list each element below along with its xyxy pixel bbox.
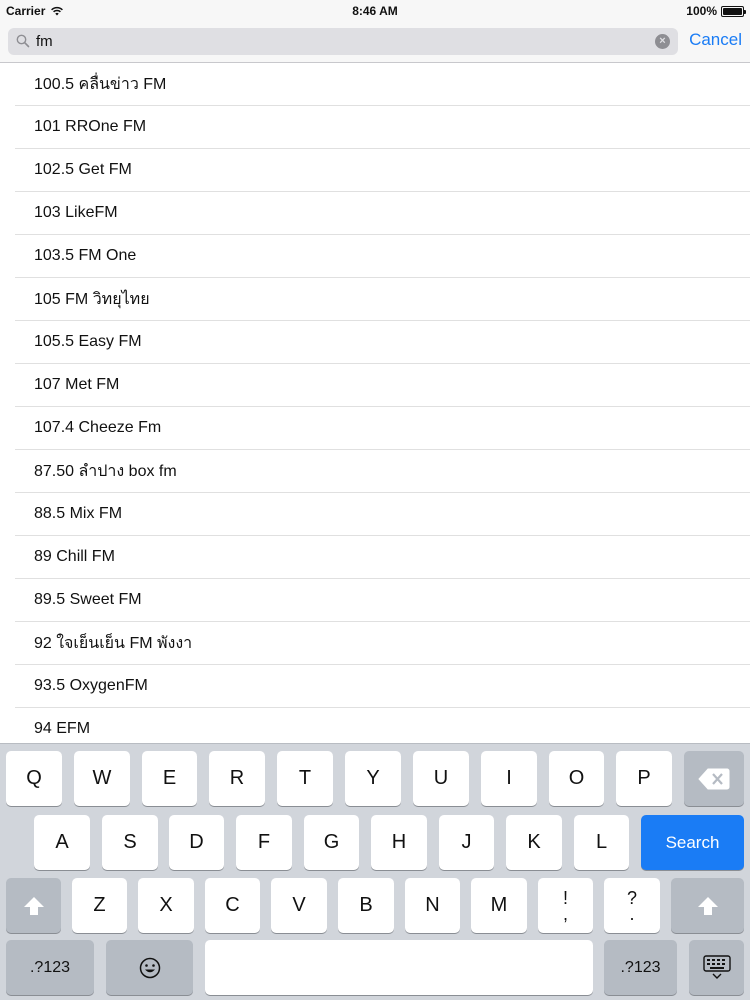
search-header: × Cancel xyxy=(0,22,750,63)
shift-key-right[interactable] xyxy=(671,878,744,933)
hide-keyboard-key[interactable] xyxy=(689,940,744,995)
key-question-period[interactable]: ? . xyxy=(604,878,660,933)
list-item[interactable]: 93.5 OxygenFM xyxy=(15,665,750,708)
list-item-label: 101 RROne FM xyxy=(34,118,147,135)
status-bar: Carrier 8:46 AM 100% xyxy=(0,0,750,22)
key-b[interactable]: B xyxy=(338,878,394,933)
list-item-label: 103 LikeFM xyxy=(34,204,118,221)
key-p[interactable]: P xyxy=(616,751,672,806)
list-item-label: 93.5 OxygenFM xyxy=(34,677,148,694)
list-item-label: 102.5 Get FM xyxy=(34,161,132,178)
list-item[interactable]: 89 Chill FM xyxy=(15,536,750,579)
key-o[interactable]: O xyxy=(549,751,604,806)
search-icon xyxy=(16,34,30,48)
list-item-label: 92 ใจเย็นเย็น FM พังงา xyxy=(34,634,193,652)
key-g[interactable]: G xyxy=(304,815,359,870)
list-item-label: 107.4 Cheeze Fm xyxy=(34,419,162,436)
key-d[interactable]: D xyxy=(169,815,224,870)
list-item-label: 88.5 Mix FM xyxy=(34,505,123,522)
key-e[interactable]: E xyxy=(142,751,197,806)
list-item-label: 89.5 Sweet FM xyxy=(34,591,142,608)
list-item[interactable]: 88.5 Mix FM xyxy=(15,493,750,536)
key-exclaim-comma-label: ! , xyxy=(562,889,568,924)
list-item-label: 89 Chill FM xyxy=(34,548,115,565)
battery-percent: 100% xyxy=(686,4,717,18)
key-c[interactable]: C xyxy=(205,878,260,933)
search-input[interactable] xyxy=(36,28,656,55)
key-a[interactable]: A xyxy=(34,815,90,870)
list-item[interactable]: 94 EFM xyxy=(15,708,750,743)
key-z[interactable]: Z xyxy=(72,878,127,933)
key-m[interactable]: M xyxy=(471,878,527,933)
delete-icon xyxy=(698,768,730,789)
list-item[interactable]: 101 RROne FM xyxy=(15,106,750,149)
cancel-button[interactable]: Cancel xyxy=(689,30,742,50)
emoji-icon xyxy=(139,957,160,978)
shift-icon xyxy=(697,896,718,915)
key-h[interactable]: H xyxy=(371,815,427,870)
list-item[interactable]: 103 LikeFM xyxy=(15,192,750,235)
list-item[interactable]: 107 Met FM xyxy=(15,364,750,407)
list-item-label: 100.5 คลื่นข่าว FM xyxy=(34,75,167,93)
key-y[interactable]: Y xyxy=(345,751,401,806)
space-key[interactable] xyxy=(205,940,593,995)
key-l[interactable]: L xyxy=(574,815,629,870)
key-period-glyph: . xyxy=(629,903,635,924)
key-question-period-label: ? . xyxy=(627,889,637,924)
list-item[interactable]: 89.5 Sweet FM xyxy=(15,579,750,622)
battery-indicator: 100% xyxy=(686,4,746,18)
key-v[interactable]: V xyxy=(271,878,327,933)
list-item[interactable]: 100.5 คลื่นข่าว FM xyxy=(15,63,750,106)
key-t[interactable]: T xyxy=(277,751,333,806)
numbers-key-left[interactable]: .?123 xyxy=(6,940,94,995)
key-k[interactable]: K xyxy=(506,815,562,870)
on-screen-keyboard: Q W E R T Y U I O P A S D F G H J K L Se… xyxy=(0,743,750,1000)
list-item-label: 105 FM วิทยุไทย xyxy=(34,290,150,308)
key-u[interactable]: U xyxy=(413,751,469,806)
key-q[interactable]: Q xyxy=(6,751,62,806)
list-item-label: 103.5 FM One xyxy=(34,247,137,264)
results-list[interactable]: 100.5 คลื่นข่าว FM 101 RROne FM 102.5 Ge… xyxy=(0,63,750,743)
key-n[interactable]: N xyxy=(405,878,460,933)
shift-icon xyxy=(23,896,44,915)
key-r[interactable]: R xyxy=(209,751,265,806)
list-item[interactable]: 107.4 Cheeze Fm xyxy=(15,407,750,450)
key-i[interactable]: I xyxy=(481,751,537,806)
battery-fill xyxy=(723,7,742,15)
list-item[interactable]: 105.5 Easy FM xyxy=(15,321,750,364)
list-item[interactable]: 105 FM วิทยุไทย xyxy=(15,278,750,321)
list-item-label: 94 EFM xyxy=(34,720,91,737)
key-comma-glyph: , xyxy=(562,903,568,924)
clock: 8:46 AM xyxy=(352,4,398,18)
battery-icon xyxy=(721,5,746,17)
list-item[interactable]: 102.5 Get FM xyxy=(15,149,750,192)
key-f[interactable]: F xyxy=(236,815,292,870)
key-x[interactable]: X xyxy=(138,878,194,933)
search-key[interactable]: Search xyxy=(641,815,744,870)
numbers-key-right[interactable]: .?123 xyxy=(604,940,677,995)
key-j[interactable]: J xyxy=(439,815,494,870)
list-item[interactable]: 87.50 ลำปาง box fm xyxy=(15,450,750,493)
emoji-key[interactable] xyxy=(106,940,193,995)
search-bar[interactable]: × xyxy=(8,28,678,55)
list-item[interactable]: 92 ใจเย็นเย็น FM พังงา xyxy=(15,622,750,665)
list-item-label: 87.50 ลำปาง box fm xyxy=(34,462,177,480)
clear-search-icon[interactable]: × xyxy=(655,34,670,49)
list-item-label: 105.5 Easy FM xyxy=(34,333,142,350)
list-item[interactable]: 103.5 FM One xyxy=(15,235,750,278)
backspace-key[interactable] xyxy=(684,751,744,806)
key-w[interactable]: W xyxy=(74,751,130,806)
list-item-label: 107 Met FM xyxy=(34,376,120,393)
keyboard-hide-icon xyxy=(702,954,731,979)
shift-key-left[interactable] xyxy=(6,878,61,933)
key-exclaim-comma[interactable]: ! , xyxy=(538,878,593,933)
key-s[interactable]: S xyxy=(102,815,158,870)
